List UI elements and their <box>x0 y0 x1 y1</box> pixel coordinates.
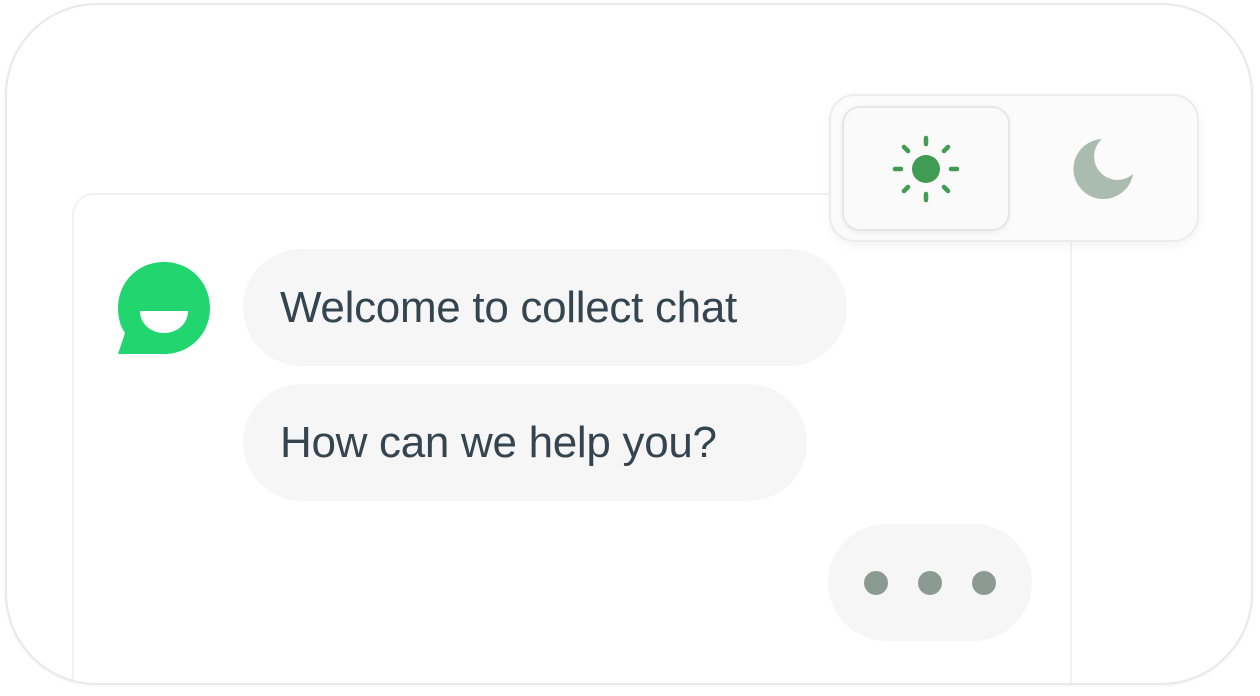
typing-dot <box>864 571 888 595</box>
bot-message-bubble: Welcome to collect chat <box>243 249 847 366</box>
message-text: Welcome to collect chat <box>280 282 737 332</box>
sun-icon <box>892 135 960 202</box>
chat-logo-icon <box>118 262 210 354</box>
typing-indicator <box>828 524 1032 641</box>
typing-dot <box>918 571 942 595</box>
typing-dot <box>972 571 996 595</box>
theme-toggle <box>829 94 1199 242</box>
bot-message-bubble: How can we help you? <box>243 384 807 501</box>
dark-mode-button[interactable] <box>1020 106 1188 231</box>
message-text: How can we help you? <box>280 417 717 467</box>
moon-icon <box>1073 138 1133 199</box>
light-mode-button[interactable] <box>842 106 1010 231</box>
